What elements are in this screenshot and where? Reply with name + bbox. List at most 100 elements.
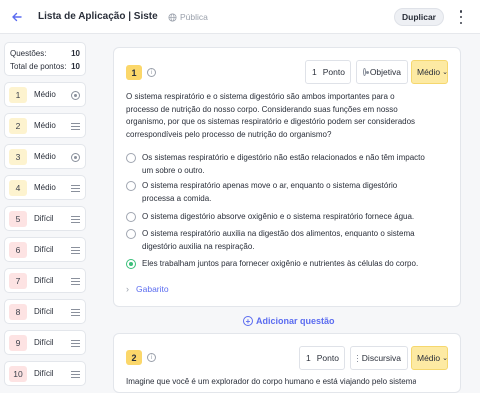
question-type-selector[interactable]: Objetiva: [356, 60, 408, 84]
more-options-icon[interactable]: [456, 10, 466, 24]
question-card-1: 1 i 1 Ponto Objetiva Médio ⌄ O sistema r…: [113, 47, 461, 307]
lines-icon: [357, 354, 358, 362]
answer-option[interactable]: Os sistemas respiratório e digestório nã…: [126, 152, 426, 177]
question-sidebar: Questões: 10 Total de pontos: 10 1 Médio 2 Mé…: [4, 42, 86, 386]
difficulty-label: Médio: [34, 152, 56, 161]
difficulty-label: Difícil: [34, 307, 54, 316]
sidebar-question-item[interactable]: 3 Médio: [4, 144, 86, 169]
radio-icon: [71, 153, 80, 162]
sidebar-question-item[interactable]: 4 Médio: [4, 175, 86, 200]
duplicate-button[interactable]: Duplicar: [394, 8, 444, 26]
question-number: 9: [9, 334, 27, 351]
questions-count: 10: [71, 49, 80, 58]
question-stem: O sistema respiratório e o sistema diges…: [126, 92, 416, 140]
question-number: 2: [9, 117, 27, 134]
difficulty-label: Difícil: [34, 338, 54, 347]
back-arrow-icon[interactable]: [10, 10, 24, 24]
radio-icon[interactable]: [126, 212, 136, 222]
question-number: 1: [9, 86, 27, 103]
plus-circle-icon: +: [243, 316, 253, 326]
points-label: Total de pontos:: [10, 62, 67, 71]
question-number: 8: [9, 303, 27, 320]
chevron-down-icon: ⌄: [442, 355, 449, 362]
difficulty-label: Difícil: [34, 369, 54, 378]
sidebar-question-item[interactable]: 10 Difícil: [4, 361, 86, 386]
summary-box: Questões: 10 Total de pontos: 10: [4, 42, 86, 76]
lines-icon: [71, 370, 80, 379]
question-number: 4: [9, 179, 27, 196]
difficulty-label: Médio: [417, 353, 441, 363]
sidebar-question-item[interactable]: 1 Médio: [4, 82, 86, 107]
lines-icon: [71, 122, 80, 131]
answer-option-text: Eles trabalham juntos para fornecer oxig…: [142, 259, 419, 268]
question-type-label: Objetiva: [369, 67, 401, 77]
visibility-label: Pública: [180, 12, 208, 22]
sidebar-question-item[interactable]: 6 Difícil: [4, 237, 86, 262]
difficulty-label: Difícil: [34, 276, 54, 285]
lines-icon: [71, 184, 80, 193]
lines-icon: [71, 308, 80, 317]
points-value: 1: [306, 353, 311, 363]
answer-option-text: O sistema digestório absorve oxigênio e …: [142, 212, 415, 221]
question-type-selector[interactable]: Discursiva: [350, 346, 408, 370]
add-question-label: Adicionar questão: [256, 316, 335, 326]
radio-icon: [71, 91, 80, 100]
answer-option-text: O sistema respiratório apenas move o ar,…: [142, 181, 398, 203]
answer-key-label: Gabarito: [136, 284, 169, 294]
difficulty-dropdown[interactable]: Médio ⌄: [411, 60, 448, 84]
question-number-badge: 2: [126, 350, 142, 365]
points-label: Ponto: [322, 67, 345, 77]
radio-icon[interactable]: [126, 181, 136, 191]
answer-key-toggle[interactable]: › Gabarito: [126, 284, 169, 294]
points-count: 10: [71, 62, 80, 71]
page-title: Lista de Aplicação | Sistem...: [38, 11, 158, 22]
sidebar-question-item[interactable]: 8 Difícil: [4, 299, 86, 324]
lines-icon: [71, 215, 80, 224]
points-label: Ponto: [316, 353, 339, 363]
questions-label: Questões:: [10, 49, 47, 58]
question-number: 3: [9, 148, 27, 165]
question-number: 6: [9, 241, 27, 258]
points-input[interactable]: 1 Ponto: [299, 346, 345, 370]
lines-icon: [71, 246, 80, 255]
sidebar-question-item[interactable]: 2 Médio: [4, 113, 86, 138]
question-number: 7: [9, 272, 27, 289]
sidebar-question-item[interactable]: 5 Difícil: [4, 206, 86, 231]
question-stem: Imagine que você é um explorador do corp…: [126, 377, 416, 386]
visibility-status: Pública: [168, 12, 208, 22]
answer-option[interactable]: O sistema digestório absorve oxigênio e …: [126, 211, 426, 224]
question-type-label: Discursiva: [361, 353, 401, 363]
chevron-right-icon: ›: [126, 284, 129, 294]
answer-option[interactable]: O sistema respiratório auxilia na digest…: [126, 228, 426, 253]
points-input[interactable]: 1 Ponto: [305, 60, 351, 84]
top-bar: Lista de Aplicação | Sistem... Pública D…: [0, 0, 480, 34]
difficulty-label: Médio: [34, 183, 56, 192]
add-question-button[interactable]: + Adicionar questão: [243, 316, 335, 326]
lines-icon: [71, 277, 80, 286]
radio-icon: [363, 68, 369, 76]
question-card-2: 2 i 1 Ponto Discursiva Médio ⌄ Imagine q…: [113, 333, 461, 393]
difficulty-label: Difícil: [34, 214, 54, 223]
info-icon[interactable]: i: [147, 68, 156, 77]
chevron-down-icon: ⌄: [442, 69, 449, 76]
difficulty-dropdown[interactable]: Médio ⌄: [411, 346, 448, 370]
answer-option-text: O sistema respiratório auxilia na digest…: [142, 229, 415, 251]
difficulty-label: Difícil: [34, 245, 54, 254]
radio-icon[interactable]: [126, 153, 136, 163]
answer-option[interactable]: Eles trabalham juntos para fornecer oxig…: [126, 258, 426, 271]
sidebar-question-item[interactable]: 9 Difícil: [4, 330, 86, 355]
question-number-badge: 1: [126, 65, 142, 80]
answer-option[interactable]: O sistema respiratório apenas move o ar,…: [126, 180, 426, 205]
difficulty-label: Médio: [417, 67, 441, 77]
info-icon[interactable]: i: [147, 353, 156, 362]
question-number: 10: [9, 365, 27, 382]
difficulty-label: Médio: [34, 121, 56, 130]
sidebar-question-item[interactable]: 7 Difícil: [4, 268, 86, 293]
radio-selected-icon[interactable]: [126, 259, 136, 269]
points-value: 1: [312, 67, 317, 77]
globe-icon: [168, 12, 177, 22]
radio-icon[interactable]: [126, 229, 136, 239]
lines-icon: [71, 339, 80, 348]
difficulty-label: Médio: [34, 90, 56, 99]
answer-option-text: Os sistemas respiratório e digestório nã…: [142, 153, 425, 175]
